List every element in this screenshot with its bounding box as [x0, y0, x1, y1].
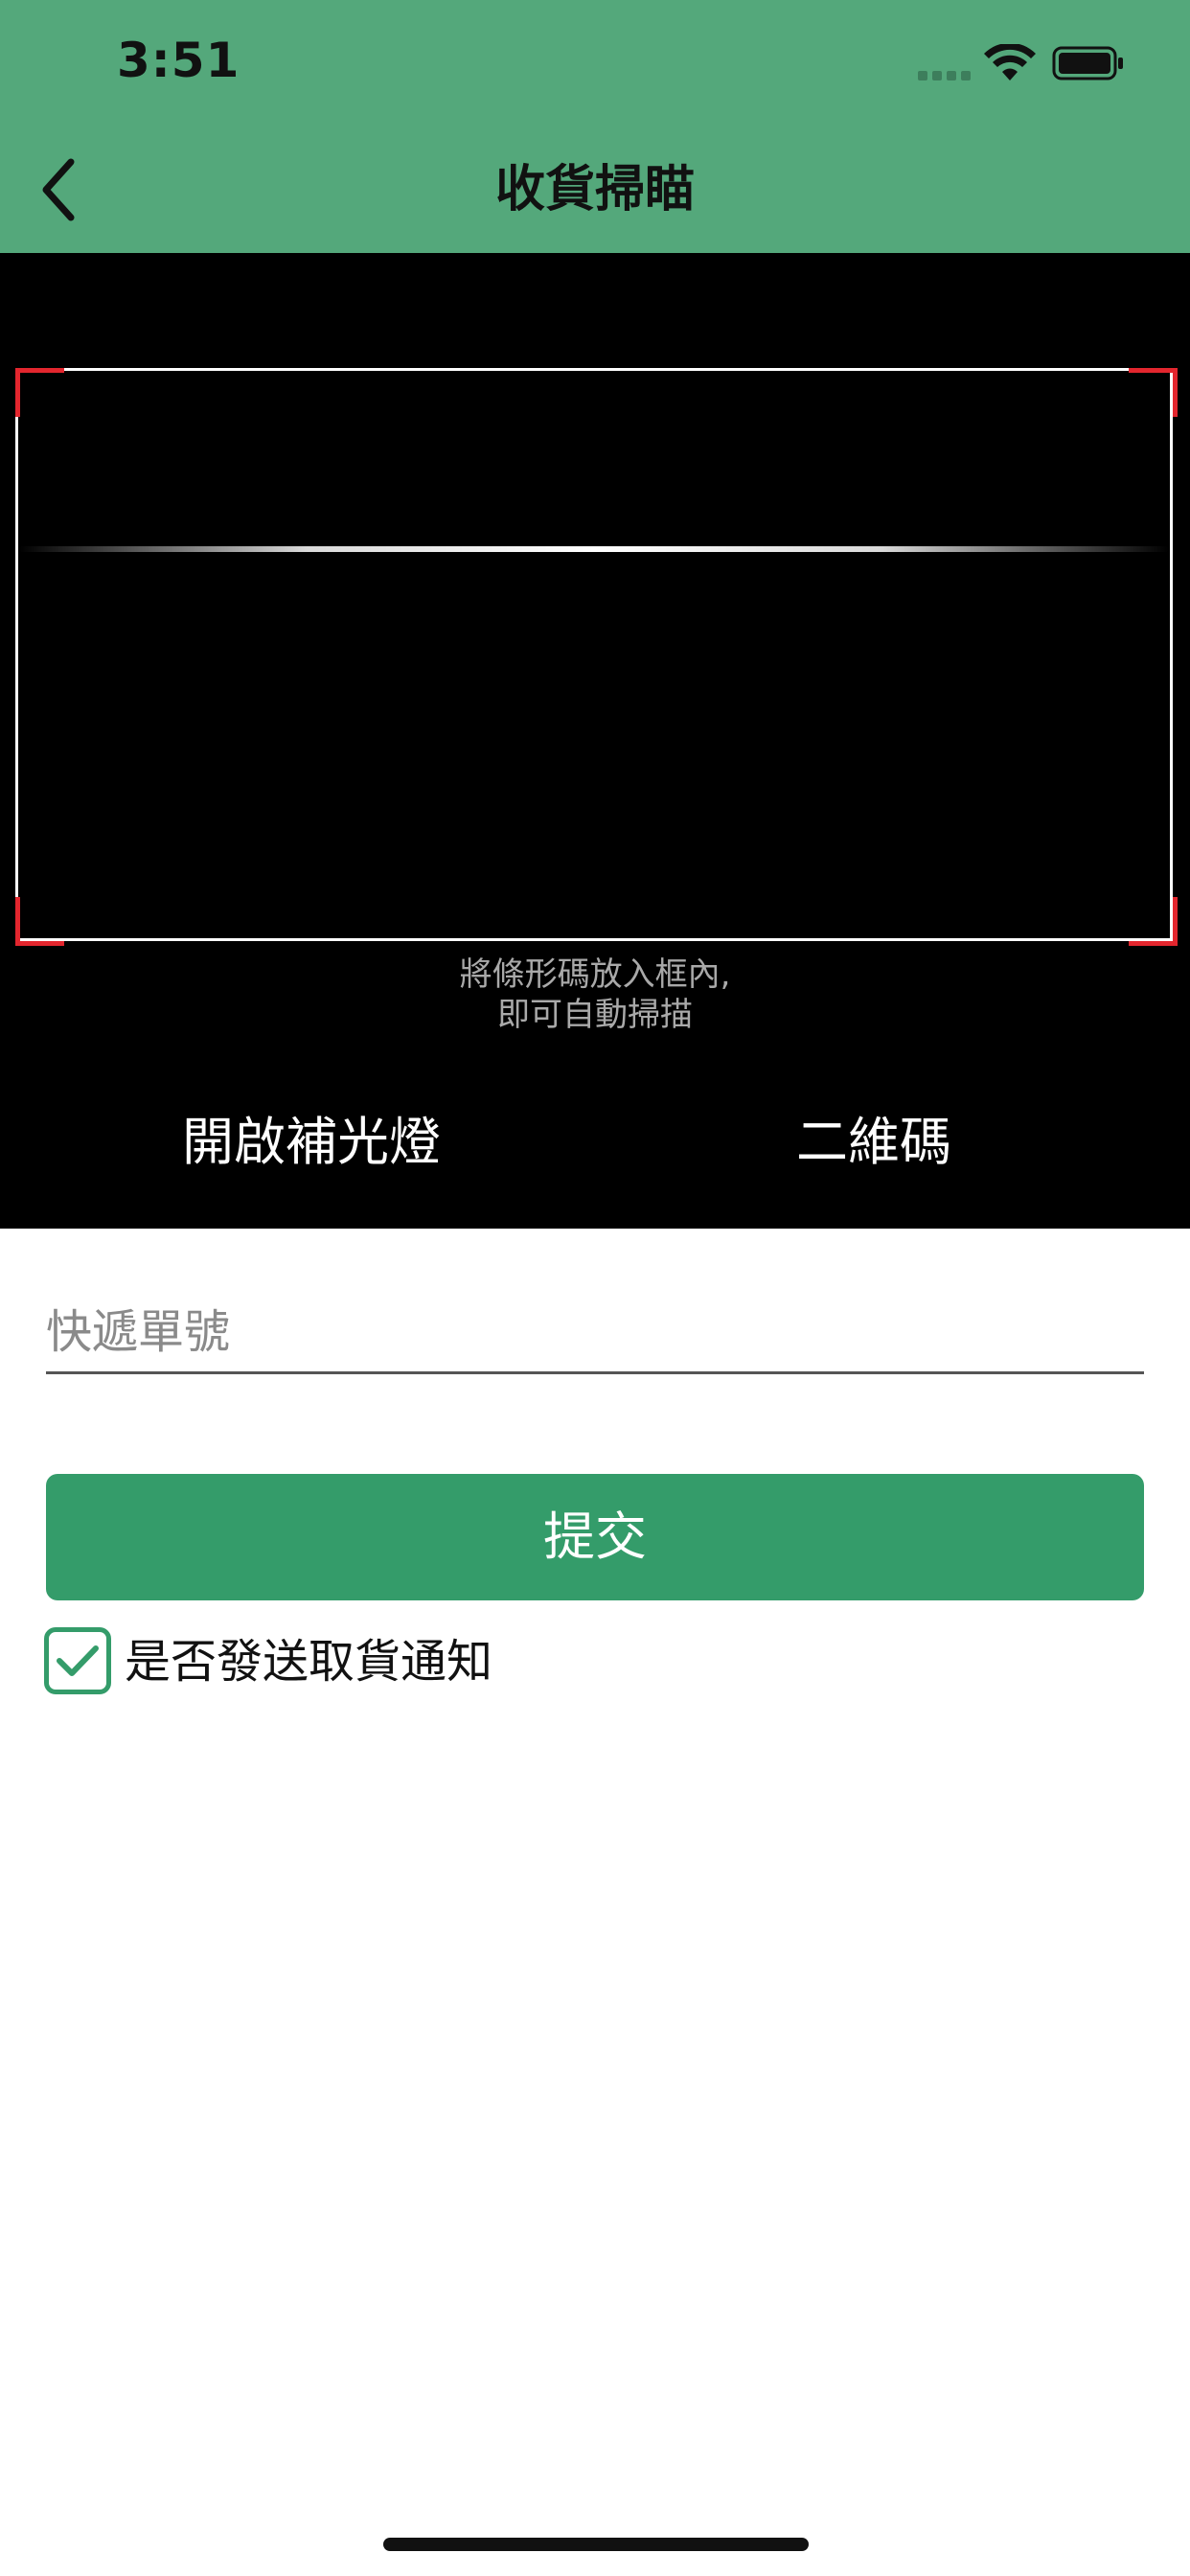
navigation-header: 3:51 收貨掃瞄 — [0, 0, 1190, 253]
checkmark-icon — [57, 1645, 99, 1676]
wifi-icon — [984, 44, 1036, 80]
home-indicator[interactable] — [383, 2538, 809, 2551]
scan-corner-bottom-left — [15, 897, 64, 946]
scan-corner-top-left — [15, 368, 64, 417]
notify-label[interactable]: 是否發送取貨通知 — [125, 1623, 492, 1700]
flashlight-button[interactable]: 開啟補光燈 — [144, 1104, 479, 1181]
scan-hint: 將條形碼放入框內, 即可自動掃描 — [0, 954, 1190, 1035]
page-title: 收貨掃瞄 — [494, 161, 695, 218]
scan-frame — [15, 368, 1173, 941]
qr-code-button[interactable]: 二維碼 — [759, 1104, 989, 1181]
scan-corner-bottom-right — [1129, 897, 1178, 946]
battery-icon — [1052, 46, 1123, 80]
scan-line — [19, 546, 1169, 552]
submit-button[interactable]: 提交 — [46, 1474, 1144, 1600]
scan-corner-top-right — [1129, 368, 1178, 417]
cellular-signal-icon — [918, 71, 971, 80]
notify-checkbox[interactable] — [44, 1627, 111, 1694]
status-time: 3:51 — [117, 33, 240, 88]
scan-hint-line2: 即可自動掃描 — [497, 996, 693, 1034]
tracking-number-input[interactable] — [46, 1292, 1144, 1374]
scan-hint-line1: 將條形碼放入框內, — [459, 955, 731, 994]
